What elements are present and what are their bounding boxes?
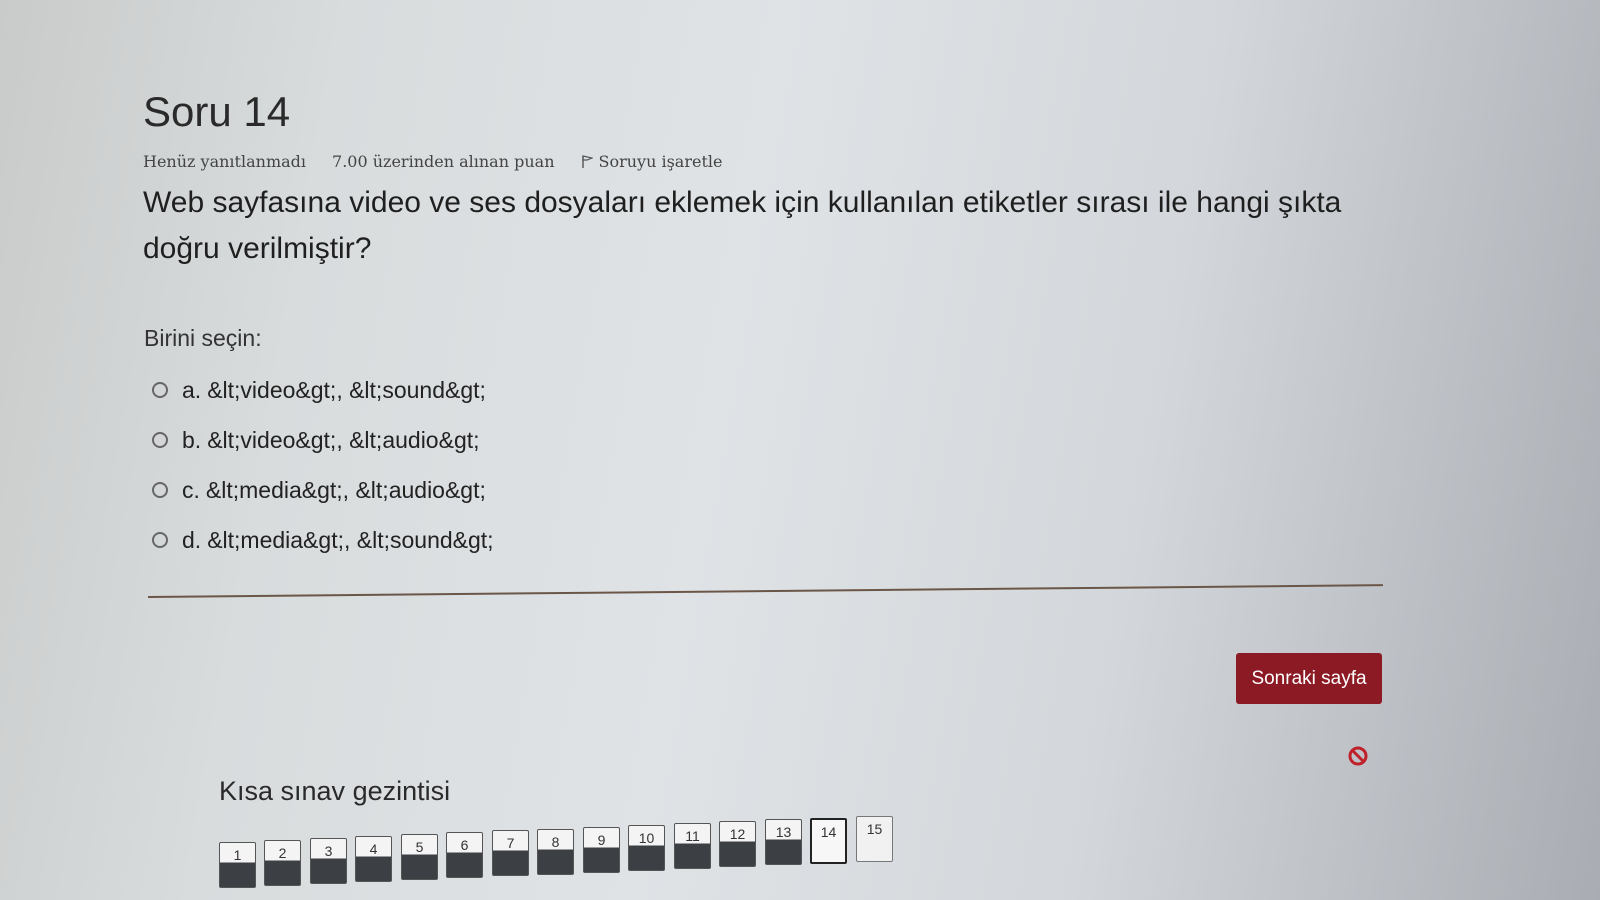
quiz-nav-button-6[interactable]: 6 xyxy=(446,832,483,878)
question-points: 7.00 üzerinden alınan puan xyxy=(332,152,555,171)
radio-button[interactable] xyxy=(152,382,168,398)
quiz-nav-button-5[interactable]: 5 xyxy=(401,834,438,880)
quiz-nav-button-8[interactable]: 8 xyxy=(537,829,574,875)
question-status: Henüz yanıtlanmadı xyxy=(143,152,307,171)
radio-button[interactable] xyxy=(152,482,168,498)
radio-button[interactable] xyxy=(152,532,168,548)
quiz-nav-button-9[interactable]: 9 xyxy=(583,827,620,873)
question-text: Web sayfasına video ve ses dosyaları ekl… xyxy=(143,186,1342,265)
quiz-nav-button-12[interactable]: 12 xyxy=(719,821,756,867)
quiz-navigation-buttons: 1 2 3 4 5 6 7 8 9 10 11 12 13 14 15 xyxy=(219,816,899,900)
option-label: &lt;video&gt;, &lt;audio&gt; xyxy=(207,426,480,453)
quiz-navigation-title: Kısa sınav gezintisi xyxy=(219,776,451,806)
quiz-nav-number: 1 xyxy=(233,847,242,863)
quiz-nav-button-4[interactable]: 4 xyxy=(355,836,392,882)
option-letter: a. xyxy=(182,376,202,403)
question-title: Soru 14 xyxy=(143,88,291,135)
radio-button[interactable] xyxy=(152,432,168,448)
quiz-nav-number: 6 xyxy=(460,837,469,853)
quiz-page: Soru 14 Henüz yanıtlanmadı 7.00 üzerinde… xyxy=(0,0,1600,900)
option-a[interactable]: a. &lt;video&gt;, &lt;sound&gt; xyxy=(152,365,494,415)
next-page-button[interactable]: Sonraki sayfa xyxy=(1236,653,1382,704)
option-c[interactable]: c. &lt;media&gt;, &lt;audio&gt; xyxy=(152,465,494,515)
quiz-nav-button-11[interactable]: 11 xyxy=(674,823,711,869)
quiz-nav-button-14-current[interactable]: 14 xyxy=(810,818,847,864)
option-b[interactable]: b. &lt;video&gt;, &lt;audio&gt; xyxy=(152,415,494,465)
flag-question-label: Soruyu işaretle xyxy=(598,152,723,171)
question-meta: Henüz yanıtlanmadı 7.00 üzerinden alınan… xyxy=(143,152,722,171)
quiz-nav-number: 12 xyxy=(729,826,746,842)
quiz-nav-number: 9 xyxy=(597,832,606,848)
quiz-nav-button-2[interactable]: 2 xyxy=(264,840,301,886)
flag-question-link[interactable]: Soruyu işaretle xyxy=(581,152,723,171)
quiz-nav-number: 8 xyxy=(551,834,560,850)
quiz-nav-number: 15 xyxy=(866,821,883,837)
quiz-nav-button-7[interactable]: 7 xyxy=(492,830,529,876)
quiz-nav-number: 11 xyxy=(685,828,700,844)
answer-options: a. &lt;video&gt;, &lt;sound&gt; b. &lt;v… xyxy=(152,365,494,565)
quiz-nav-number: 5 xyxy=(415,839,424,855)
option-letter: b. xyxy=(182,426,202,453)
option-d[interactable]: d. &lt;media&gt;, &lt;sound&gt; xyxy=(152,515,494,565)
quiz-nav-number: 14 xyxy=(820,824,837,840)
quiz-nav-button-3[interactable]: 3 xyxy=(310,838,347,884)
quiz-nav-number: 2 xyxy=(278,845,287,861)
option-label: &lt;media&gt;, &lt;audio&gt; xyxy=(205,476,486,503)
quiz-nav-button-15[interactable]: 15 xyxy=(856,816,893,862)
quiz-nav-number: 3 xyxy=(324,843,333,859)
answer-prompt: Birini seçin: xyxy=(144,325,262,351)
no-entry-icon xyxy=(1348,746,1368,766)
quiz-nav-number: 7 xyxy=(506,835,515,851)
quiz-nav-button-10[interactable]: 10 xyxy=(628,825,665,871)
option-label: &lt;video&gt;, &lt;sound&gt; xyxy=(207,376,486,403)
quiz-nav-button-1[interactable]: 1 xyxy=(219,842,256,888)
flag-icon xyxy=(581,154,593,169)
quiz-nav-button-13[interactable]: 13 xyxy=(765,819,802,865)
quiz-nav-number: 13 xyxy=(775,824,792,840)
quiz-nav-number: 10 xyxy=(638,830,655,846)
option-letter: c. xyxy=(182,476,200,503)
quiz-nav-number: 4 xyxy=(369,841,378,857)
option-label: &lt;media&gt;, &lt;sound&gt; xyxy=(207,526,494,553)
section-divider xyxy=(147,584,1383,598)
option-letter: d. xyxy=(182,526,202,553)
